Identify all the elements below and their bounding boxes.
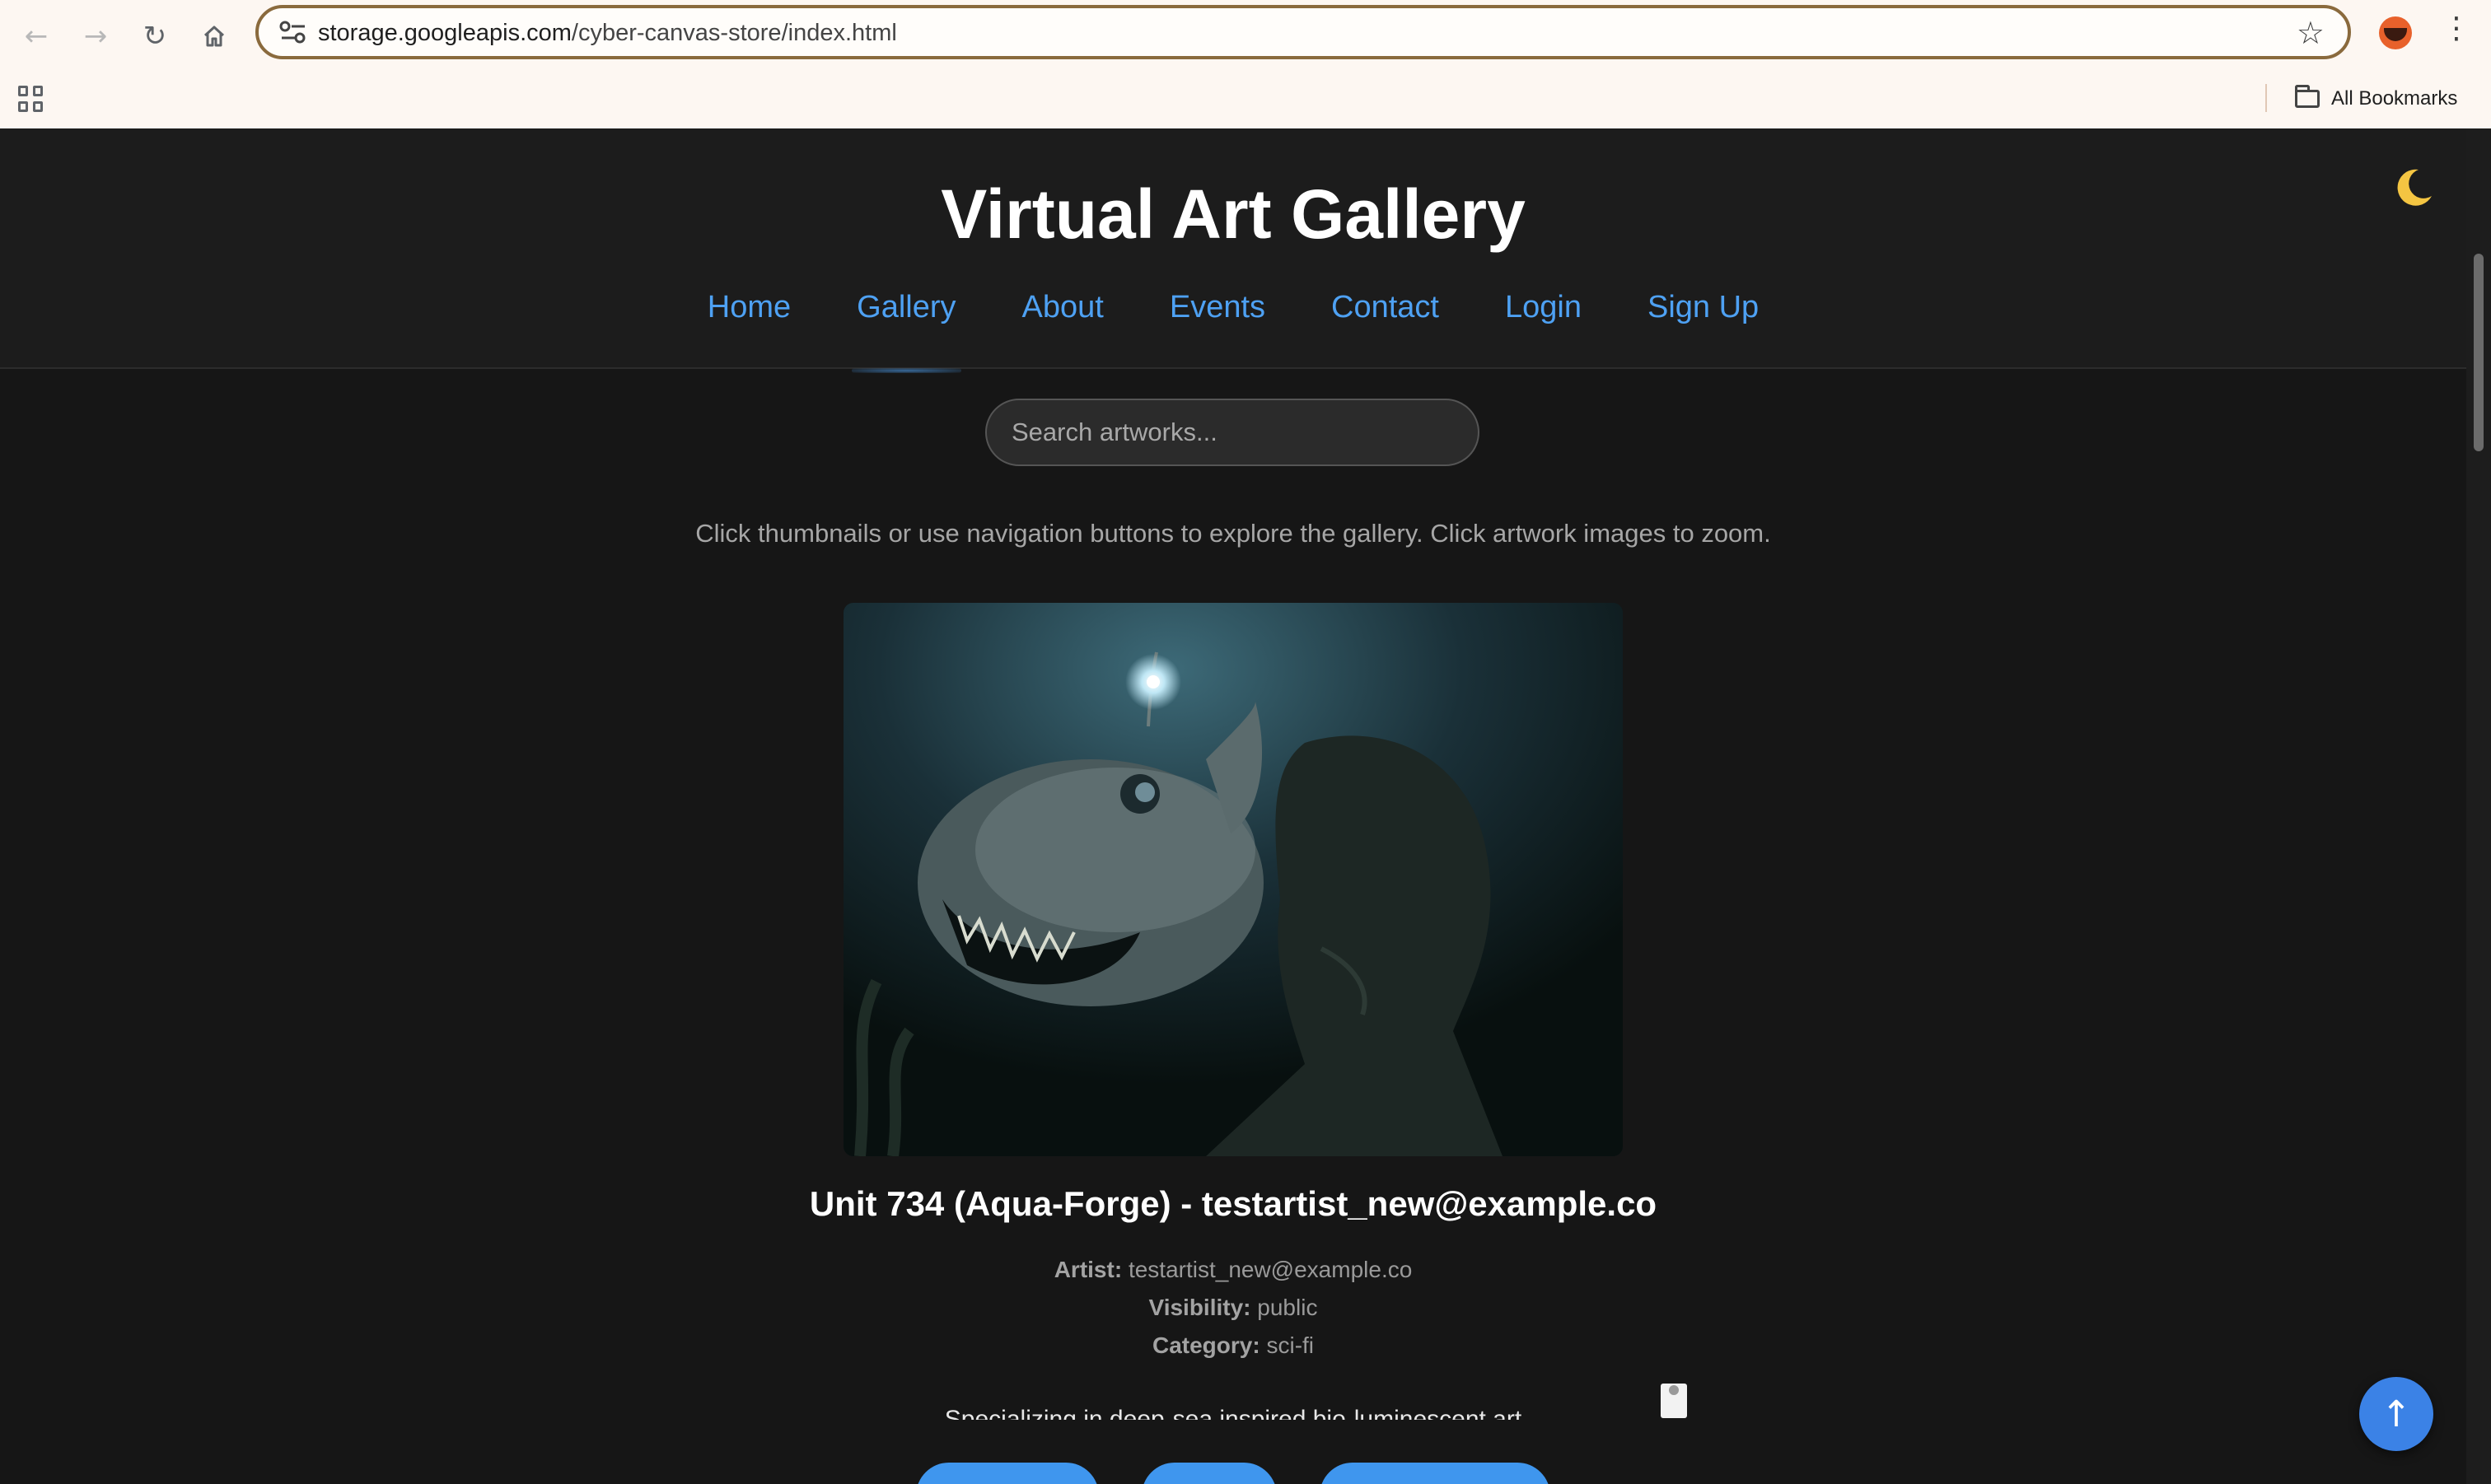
visibility-value: public [1257, 1295, 1318, 1320]
previous-button[interactable] [916, 1463, 1099, 1484]
back-icon[interactable]: ← [13, 13, 59, 59]
nav-gallery[interactable]: Gallery [852, 290, 961, 373]
artwork-artist: Artist: testartist_new@example.co [0, 1257, 2466, 1283]
artwork-category: Category: sci-fi [0, 1332, 2466, 1359]
next-button[interactable] [1320, 1463, 1550, 1484]
nav-signup[interactable]: Sign Up [1647, 290, 1759, 340]
moon-icon[interactable] [2389, 163, 2438, 212]
resize-handle[interactable] [1661, 1384, 1687, 1418]
page-content: Virtual Art Gallery Home Gallery About E… [0, 128, 2466, 1484]
url-path: /cyber-canvas-store/index.html [571, 20, 897, 46]
artwork-title: Unit 734 (Aqua-Forge) - testartist_new@e… [809, 1184, 1657, 1223]
menu-icon[interactable]: ⋮ [2442, 12, 2471, 45]
description-text: Specializing in deep-sea inspired bio-lu… [944, 1406, 1522, 1420]
apps-icon[interactable] [18, 86, 44, 112]
artist-value: testartist_new@example.co [1128, 1257, 1413, 1282]
page-scrollbar[interactable] [2466, 128, 2491, 1484]
visibility-label: Visibility: [1148, 1295, 1251, 1320]
reload-icon[interactable]: ↻ [132, 13, 178, 59]
bookmarks-divider [2265, 84, 2267, 112]
nav-events[interactable]: Events [1170, 290, 1265, 340]
nav-login[interactable]: Login [1505, 290, 1582, 340]
profile-avatar[interactable] [2379, 16, 2412, 49]
category-label: Category: [1152, 1332, 1260, 1358]
artwork-visibility: Visibility: public [0, 1295, 2466, 1321]
main-nav: Home Gallery About Events Contact Login … [0, 290, 2466, 373]
zoom-button[interactable] [1142, 1463, 1277, 1484]
artist-label: Artist: [1054, 1257, 1123, 1282]
nav-home[interactable]: Home [708, 290, 791, 340]
home-icon[interactable] [191, 13, 237, 59]
url-text: storage.googleapis.com/cyber-canvas-stor… [318, 20, 897, 47]
search-input[interactable] [985, 399, 1479, 466]
nav-about[interactable]: About [1022, 290, 1104, 340]
artwork-image[interactable] [844, 603, 1623, 1156]
address-bar[interactable]: storage.googleapis.com/cyber-canvas-stor… [255, 5, 2351, 59]
url-domain: storage.googleapis.com [318, 20, 572, 46]
forward-icon[interactable]: → [72, 13, 119, 59]
browser-chrome: ← → ↻ storage.googleapis.com/cyber-canva… [0, 0, 2491, 128]
star-icon[interactable]: ☆ [2297, 15, 2325, 51]
site-info-icon[interactable] [278, 19, 308, 45]
artwork-description: Specializing in deep-sea inspired bio-lu… [0, 1403, 2466, 1420]
nav-contact[interactable]: Contact [1331, 290, 1439, 340]
folder-icon [2295, 85, 2320, 108]
category-value: sci-fi [1266, 1332, 1315, 1358]
bookmarks-label: All Bookmarks [2331, 87, 2458, 110]
site-header: Virtual Art Gallery Home Gallery About E… [0, 128, 2466, 373]
scroll-to-top-button[interactable]: ↑ [2359, 1377, 2433, 1451]
gallery-hint: Click thumbnails or use navigation butto… [695, 519, 1771, 548]
site-title: Virtual Art Gallery [941, 175, 1526, 253]
all-bookmarks[interactable]: All Bookmarks [2295, 82, 2457, 115]
scrollbar-thumb[interactable] [2474, 254, 2484, 451]
